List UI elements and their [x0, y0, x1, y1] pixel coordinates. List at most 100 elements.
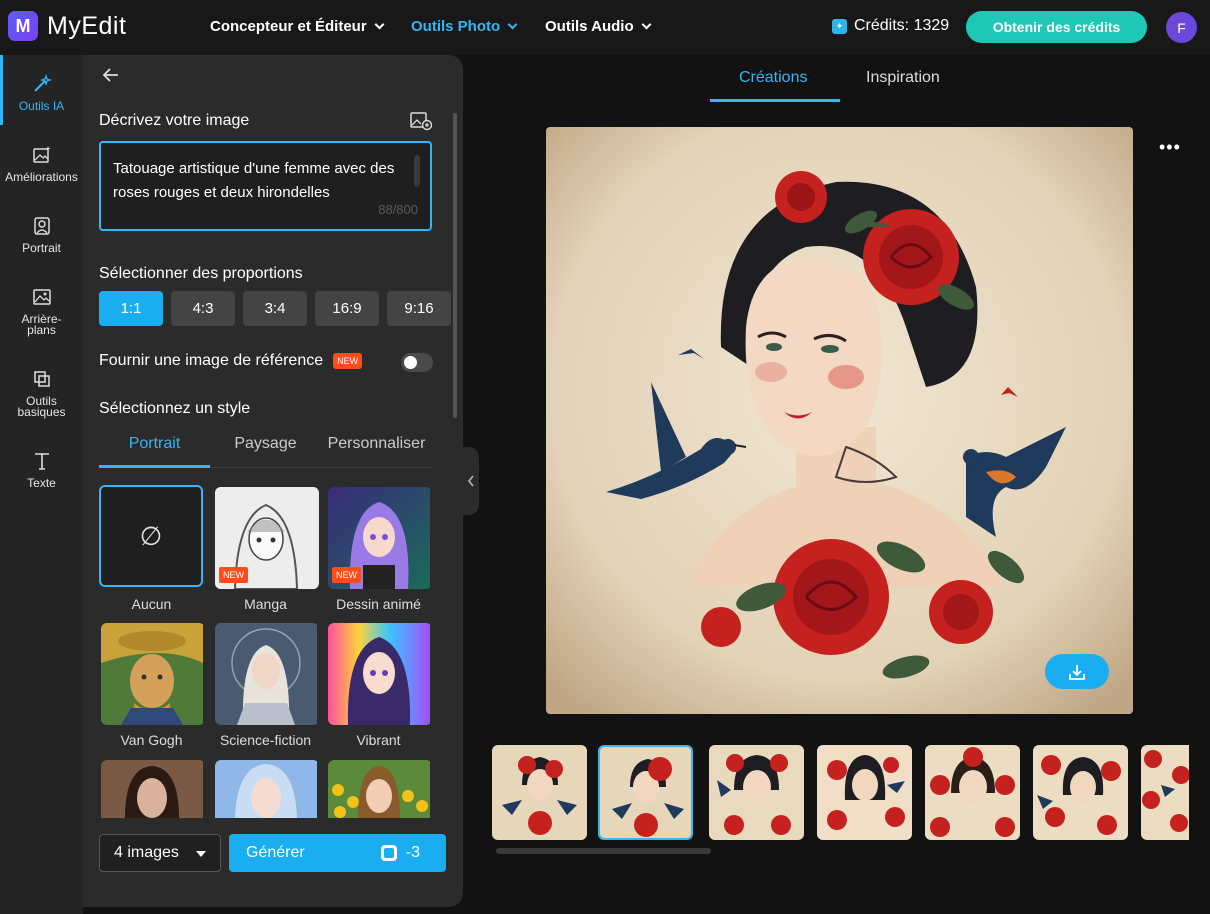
ratio-4-3[interactable]: 4:3 [171, 291, 235, 326]
generate-cost: -3 [380, 844, 420, 862]
ratio-16-9[interactable]: 16:9 [315, 291, 379, 326]
portrait-icon [31, 215, 53, 237]
nav-photo-tools[interactable]: Outils Photo [411, 18, 518, 35]
chevron-down-icon [374, 19, 385, 30]
get-credits-button[interactable]: Obtenir des crédits [966, 11, 1147, 43]
tab-custom[interactable]: Personnaliser [321, 435, 432, 453]
panel-scrollbar[interactable] [453, 113, 457, 418]
sidebar-item-basic-tools[interactable]: Outils basiques [0, 368, 83, 418]
tab-active-indicator [99, 465, 210, 468]
back-arrow-icon[interactable] [101, 65, 121, 91]
logo[interactable]: M MyEdit [8, 11, 126, 41]
photo-thumbnail [328, 760, 430, 818]
sidebar-item-label: Arrière-plans [21, 312, 62, 337]
creation-thumbnail-selected[interactable] [598, 745, 693, 840]
generated-image[interactable] [546, 127, 1133, 714]
reference-image-toggle[interactable] [401, 353, 433, 372]
logo-mark: M [8, 11, 38, 41]
new-badge: NEW [219, 567, 248, 583]
style-card-manga[interactable]: NEW [215, 487, 319, 589]
download-icon [1069, 664, 1085, 680]
chevron-down-icon [641, 19, 652, 30]
image-count-select[interactable]: 4 images [99, 834, 221, 872]
none-symbol-icon: ∅ [139, 520, 163, 551]
tab-landscape[interactable]: Paysage [210, 435, 321, 453]
thumbnail-image [1141, 745, 1189, 840]
proportions-label: Sélectionner des proportions [99, 265, 303, 282]
more-options-icon[interactable]: ••• [1159, 137, 1181, 158]
describe-label: Décrivez votre image [99, 112, 250, 129]
ratio-9-16[interactable]: 9:16 [387, 291, 451, 326]
style-card-sci-fi[interactable] [215, 623, 319, 725]
sidebar-item-text[interactable]: Texte [0, 450, 83, 489]
style-label-sci-fi: Science-fiction [219, 732, 312, 748]
upload-image-icon[interactable] [410, 111, 433, 131]
sidebar-item-portrait[interactable]: Portrait [0, 215, 83, 254]
creation-thumbnail[interactable] [492, 745, 587, 840]
style-label-cartoon: Dessin animé [336, 596, 421, 612]
style-label-van-gogh: Van Gogh [120, 732, 183, 748]
new-badge: NEW [333, 352, 363, 369]
avatar[interactable]: F [1166, 12, 1197, 43]
creation-thumbnail[interactable] [1141, 745, 1189, 840]
new-badge: NEW [332, 567, 361, 583]
prompt-character-count: 88/800 [378, 202, 418, 217]
reference-label: Fournir une image de référence [99, 352, 324, 369]
thumbnail-image [709, 745, 804, 840]
style-card-none[interactable]: ∅ [99, 485, 203, 587]
style-card-van-gogh[interactable] [101, 623, 205, 725]
ratio-3-4[interactable]: 3:4 [243, 291, 307, 326]
generate-cost-value: -3 [405, 844, 420, 861]
creation-thumbnail[interactable] [817, 745, 912, 840]
download-button[interactable] [1045, 654, 1109, 689]
van-gogh-thumbnail [101, 623, 203, 725]
creation-thumbnail[interactable] [1033, 745, 1128, 840]
sidebar-item-backgrounds[interactable]: Arrière-plans [0, 286, 83, 336]
style-card-cartoon[interactable]: NEW [328, 487, 432, 589]
tool-sidebar: Outils IA Améliorations Portrait Arrière… [0, 55, 83, 914]
credits-display: ✦ Crédits: 1329 [832, 17, 949, 35]
thumbnail-image [492, 745, 587, 840]
collapse-panel-button[interactable] [463, 447, 479, 515]
sci-fi-thumbnail [215, 623, 317, 725]
generation-panel: Décrivez votre image Tatouage artistique… [83, 55, 463, 907]
creation-thumbnail[interactable] [709, 745, 804, 840]
credit-icon [380, 845, 397, 861]
magic-wand-icon [31, 73, 53, 95]
caret-down-icon [196, 851, 206, 857]
tab-creations[interactable]: Créations [739, 69, 807, 87]
ratio-1-1[interactable]: 1:1 [99, 291, 163, 326]
vibrant-thumbnail [328, 623, 430, 725]
sidebar-item-ai-tools[interactable]: Outils IA [0, 73, 83, 112]
prompt-text: Tatouage artistique d'une femme avec des… [113, 160, 395, 201]
nav-label: Outils Photo [411, 18, 501, 35]
thumbnail-image [817, 745, 912, 840]
app-name: MyEdit [47, 11, 127, 40]
creation-thumbnail[interactable] [925, 745, 1020, 840]
generate-button[interactable]: Générer -3 [229, 834, 446, 872]
nav-label: Concepteur et Éditeur [210, 18, 367, 35]
fantasy-thumbnail [215, 760, 317, 818]
sidebar-item-enhancements[interactable]: Améliorations [0, 144, 83, 183]
sidebar-item-label: Portrait [22, 241, 61, 255]
sidebar-item-label: Outils basiques [17, 394, 66, 419]
top-bar: M MyEdit Concepteur et Éditeur Outils Ph… [0, 0, 1210, 55]
nav-label: Outils Audio [545, 18, 634, 35]
image-count-value: 4 images [114, 844, 179, 861]
text-icon [31, 450, 53, 472]
thumbnail-image [925, 745, 1020, 840]
nav-audio-tools[interactable]: Outils Audio [545, 18, 652, 35]
style-card-fantasy[interactable] [215, 760, 319, 818]
chevron-down-icon [507, 19, 518, 30]
thumbnails-scrollbar[interactable] [496, 848, 711, 854]
style-label-manga: Manga [244, 596, 287, 612]
style-card-photo[interactable] [328, 760, 432, 818]
nav-designer-editor[interactable]: Concepteur et Éditeur [210, 18, 385, 35]
prompt-textarea[interactable]: Tatouage artistique d'une femme avec des… [99, 141, 432, 231]
style-card-vibrant[interactable] [328, 623, 432, 725]
tab-inspiration[interactable]: Inspiration [866, 69, 940, 87]
prompt-scrollbar[interactable] [414, 155, 420, 187]
tattoo-artwork [546, 127, 1133, 714]
tab-portrait[interactable]: Portrait [99, 435, 210, 453]
style-card-realistic[interactable] [101, 760, 205, 818]
